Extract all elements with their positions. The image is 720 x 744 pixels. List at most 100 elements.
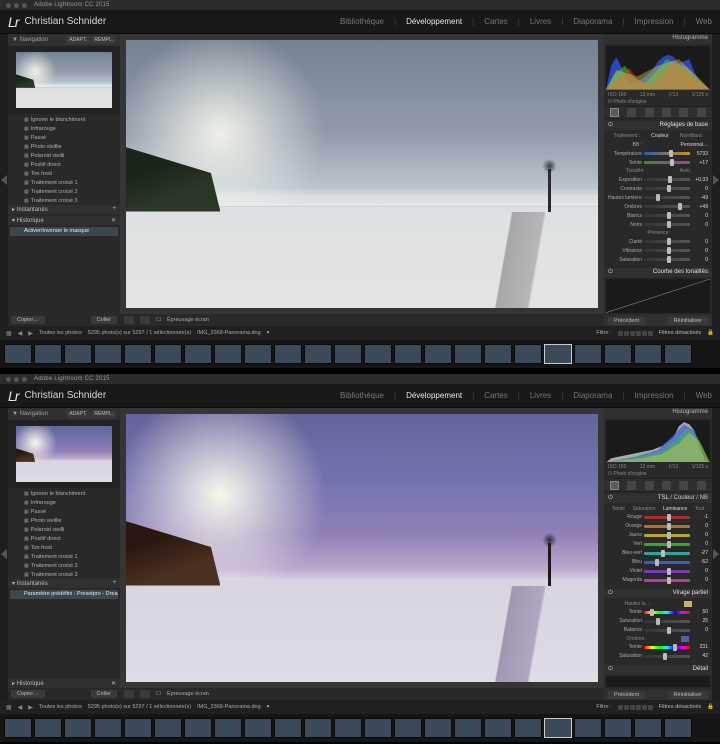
list-item[interactable]: ▦Infrarouge xyxy=(10,499,118,508)
crop-tool-icon[interactable] xyxy=(610,108,619,117)
previous-button[interactable]: Précédent xyxy=(608,691,645,699)
curves-header[interactable]: ⏻Courbe des tonalités xyxy=(604,268,712,277)
radial-filter-icon[interactable] xyxy=(679,481,688,490)
list-item[interactable]: ▦Ignorer le blanchiment xyxy=(10,116,118,125)
grad-filter-icon[interactable] xyxy=(662,481,671,490)
tab-saturation[interactable]: Saturation xyxy=(633,506,656,512)
fwd-icon[interactable]: ▶ xyxy=(28,704,33,711)
back-icon[interactable]: ◀ xyxy=(18,330,23,337)
split-header[interactable]: ⏻Virage partiel xyxy=(604,589,712,598)
compare-view-icon[interactable] xyxy=(140,690,150,698)
soft-proof-checkbox[interactable]: ☐ xyxy=(156,691,161,697)
paste-button[interactable]: Coller xyxy=(91,690,117,698)
filmstrip[interactable] xyxy=(0,714,720,742)
reset-button[interactable]: Réinitialiser xyxy=(668,691,708,699)
module-print[interactable]: Impression xyxy=(634,17,673,26)
breadcrumb[interactable]: Toutes les photos xyxy=(39,330,82,336)
right-grip[interactable] xyxy=(712,408,720,700)
snapshots-header[interactable]: ▸ Instantanés+ xyxy=(8,205,120,214)
lum-blue-slider[interactable] xyxy=(644,561,690,564)
presets-tree[interactable]: ▦Ignorer le blanchiment ▦Infrarouge ▦Pas… xyxy=(8,488,120,577)
tab-luminance[interactable]: Luminance xyxy=(663,506,687,512)
histogram-header[interactable]: Histogramme xyxy=(604,34,712,44)
module-print[interactable]: Impression xyxy=(634,391,673,400)
module-book[interactable]: Livres xyxy=(530,391,551,400)
orig-photo-toggle[interactable]: ⏻ Photo d'origine xyxy=(608,471,647,477)
paste-button[interactable]: Coller xyxy=(91,316,117,324)
fwd-icon[interactable]: ▶ xyxy=(28,330,33,337)
list-item[interactable]: ▦Traitement croisé 1 xyxy=(10,553,118,562)
orig-photo-toggle[interactable]: ⏻ Photo d'origine xyxy=(608,99,647,105)
grid-icon[interactable]: ▦ xyxy=(6,704,12,711)
module-web[interactable]: Web xyxy=(696,391,712,400)
lum-yellow-slider[interactable] xyxy=(644,534,690,537)
left-grip[interactable] xyxy=(0,34,8,326)
photo-preview[interactable] xyxy=(126,414,598,682)
nav-fit-btn[interactable]: ADAPT. xyxy=(66,36,90,44)
list-item[interactable]: ▦Ignorer le blanchiment xyxy=(10,490,118,499)
reset-button[interactable]: Réinitialiser xyxy=(668,317,708,325)
nav-fill-btn[interactable]: REMPL. xyxy=(91,36,116,44)
photo-preview[interactable] xyxy=(126,40,598,308)
navigator-header[interactable]: ▼ Navigation ADAPT. REMPL. xyxy=(8,34,120,46)
tsl-header[interactable]: ⏻ TSL / Couleur / NB xyxy=(604,494,712,503)
module-develop[interactable]: Développement xyxy=(406,391,462,400)
module-web[interactable]: Web xyxy=(696,17,712,26)
history-header[interactable]: ▸ Historique✕ xyxy=(8,679,120,688)
lum-aqua-slider[interactable] xyxy=(644,552,690,555)
filter-lock-icon[interactable]: 🔒 xyxy=(707,704,714,710)
basic-header[interactable]: ⏻Réglages de base xyxy=(604,121,712,130)
brush-tool-icon[interactable] xyxy=(697,481,706,490)
list-item[interactable]: ▦Traitement croisé 3 xyxy=(10,571,118,577)
filter-color-labels[interactable] xyxy=(618,331,653,336)
grid-icon[interactable]: ▦ xyxy=(6,330,12,337)
vibrance-slider[interactable] xyxy=(644,249,690,252)
lum-magenta-slider[interactable] xyxy=(644,579,690,582)
contrast-slider[interactable] xyxy=(644,187,690,190)
list-item[interactable]: ▦Positif direct xyxy=(10,535,118,544)
list-item[interactable]: ▦Positif direct xyxy=(10,161,118,170)
list-item[interactable]: ▦Photo vieillie xyxy=(10,143,118,152)
navigator-header[interactable]: ▼ Navigation ADAPT. REMPL. xyxy=(8,408,120,420)
list-item[interactable]: ▦Traitement croisé 2 xyxy=(10,188,118,197)
win-min-icon[interactable] xyxy=(14,377,19,382)
copy-button[interactable]: Copier… xyxy=(11,690,45,698)
split-sh-hue-slider[interactable] xyxy=(644,646,690,649)
radial-filter-icon[interactable] xyxy=(679,108,688,117)
filmstrip[interactable] xyxy=(0,340,720,368)
list-item[interactable]: ▦Traitement croisé 1 xyxy=(10,179,118,188)
redeye-tool-icon[interactable] xyxy=(645,481,654,490)
list-item[interactable]: ▦Ton froid xyxy=(10,170,118,179)
list-item[interactable]: ▦Passé xyxy=(10,134,118,143)
list-item[interactable]: ▦Polaroid vieilli xyxy=(10,526,118,535)
module-develop[interactable]: Développement xyxy=(406,17,462,26)
filter-lock-icon[interactable]: 🔒 xyxy=(707,330,714,336)
exposure-slider[interactable] xyxy=(644,178,690,181)
module-book[interactable]: Livres xyxy=(530,17,551,26)
auto-tone-btn[interactable]: Auto xyxy=(680,168,690,174)
previous-button[interactable]: Précédent xyxy=(608,317,645,325)
win-max-icon[interactable] xyxy=(22,377,27,382)
crop-tool-icon[interactable] xyxy=(610,481,619,490)
nav-fill-btn[interactable]: REMPL. xyxy=(91,410,116,418)
nav-fit-btn[interactable]: ADAPT. xyxy=(66,410,90,418)
snapshot-row[interactable]: Paramètre prédéfini : Presetpro - Dreami… xyxy=(10,590,118,599)
tint-slider[interactable] xyxy=(644,161,690,164)
loupe-view-icon[interactable] xyxy=(124,690,134,698)
split-balance-slider[interactable] xyxy=(644,629,690,632)
module-slideshow[interactable]: Diaporama xyxy=(573,17,612,26)
clarity-slider[interactable] xyxy=(644,240,690,243)
wb-dropdown[interactable]: Personnal… xyxy=(680,142,708,148)
lum-purple-slider[interactable] xyxy=(644,570,690,573)
module-map[interactable]: Cartes xyxy=(484,391,508,400)
win-close-icon[interactable] xyxy=(6,3,11,8)
temperature-slider[interactable] xyxy=(644,152,690,155)
split-hl-sat-slider[interactable] xyxy=(644,620,690,623)
module-slideshow[interactable]: Diaporama xyxy=(573,391,612,400)
treat-color-btn[interactable]: Couleur xyxy=(651,133,669,139)
detail-header[interactable]: ⏻Détail xyxy=(604,665,712,674)
right-grip[interactable] xyxy=(712,34,720,326)
list-item[interactable]: ▦Infrarouge xyxy=(10,125,118,134)
filters-off-link[interactable]: Filtres désactivés xyxy=(659,704,702,710)
win-max-icon[interactable] xyxy=(22,3,27,8)
